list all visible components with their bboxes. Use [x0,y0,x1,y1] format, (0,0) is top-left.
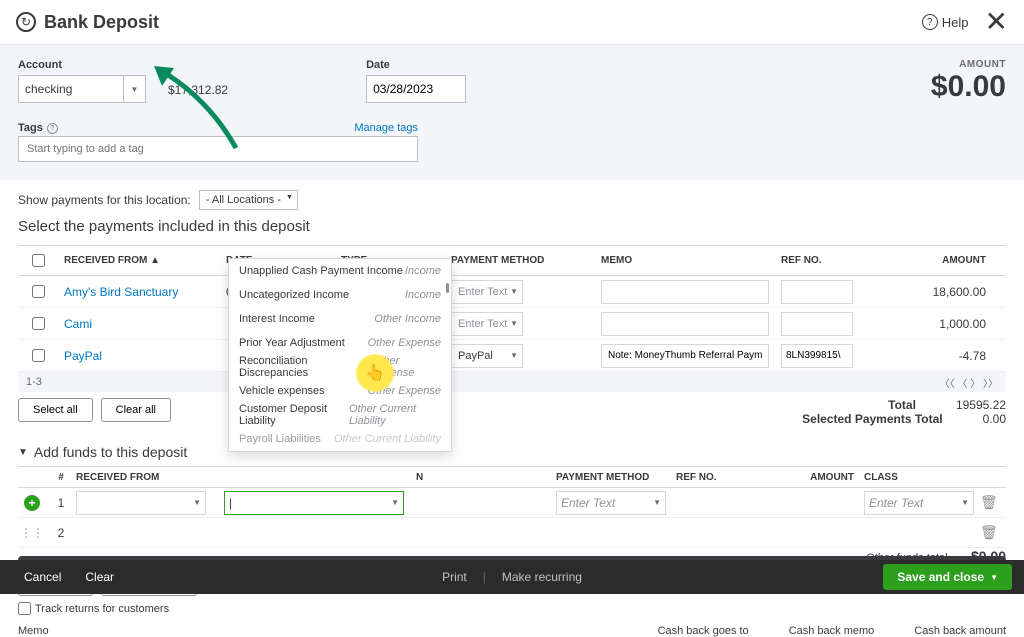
funds-row: + 1 ▼ |▼ Enter Text▼ Enter Text▼ 🗑 [18,488,1006,518]
amount-value: $0.00 [931,70,1006,104]
payment-method-select[interactable]: Enter Text▼ [556,491,666,515]
payment-method-select[interactable]: Enter Text▼ [451,312,523,336]
tags-label: Tags ? [18,122,58,134]
row-checkbox[interactable] [32,349,45,362]
table-row: PayPal PayPal▼ -4.78 [18,340,1006,372]
row-checkbox[interactable] [32,285,45,298]
track-returns-label: Track returns for customers [35,603,169,615]
payments-table: RECEIVED FROM ▲ DATE TYPE PAYMENT METHOD… [18,245,1006,392]
customer-link[interactable]: Amy's Bird Sanctuary [64,285,178,299]
memo-input[interactable] [601,280,769,304]
dropdown-item[interactable]: Payroll LiabilitiesOther Current Liabili… [229,427,451,451]
dropdown-item[interactable]: Reconciliation DiscrepanciesOther Expens… [229,355,451,379]
cashback-to-label: Cash back goes to [658,625,749,637]
payment-method-select[interactable]: PayPal▼ [451,344,523,368]
close-icon[interactable]: ✕ [985,8,1008,36]
location-select[interactable]: - All Locations - ▼ [199,190,298,210]
print-button[interactable]: Print [436,570,473,584]
dropdown-item[interactable]: Interest IncomeOther Income [229,307,451,331]
customer-link[interactable]: Cami [64,317,92,331]
dropdown-item[interactable]: Uncategorized IncomeIncome [229,283,451,307]
clear-all-button[interactable]: Clear all [101,398,171,422]
clear-button[interactable]: Clear [73,570,126,584]
customer-link[interactable]: PayPal [64,349,102,363]
dropdown-item[interactable]: Unapplied Cash Payment IncomeIncome [229,259,451,283]
footer-bar: Cancel Clear Print | Make recurring Save… [0,560,1024,594]
memo-label: Memo [18,625,378,637]
memo-input[interactable] [601,312,769,336]
date-label: Date [366,59,466,71]
recycle-icon: ↻ [16,12,36,32]
help-button[interactable]: ? Help [922,14,969,30]
add-line-icon[interactable]: + [24,495,40,511]
page-title: Bank Deposit [44,12,159,33]
account-dropdown-popup: Unapplied Cash Payment IncomeIncome Unca… [228,258,452,452]
account-select-active[interactable]: |▼ [224,491,404,515]
col-memo: MEMO [601,255,781,266]
cancel-button[interactable]: Cancel [12,570,73,584]
pager-arrows[interactable]: 〈〈 〈 〉 〉〉 [940,375,998,390]
account-balance: $17,312.82 [168,83,228,97]
select-all-button[interactable]: Select all [18,398,93,422]
cashback-memo-label: Cash back memo [789,625,875,637]
dropdown-item[interactable]: Prior Year AdjustmentOther Expense [229,331,451,355]
col-ref: REF NO. [781,255,881,266]
payment-method-select[interactable]: Enter Text▼ [451,280,523,304]
ref-input[interactable] [781,312,853,336]
account-select[interactable]: checking ▼ [18,75,146,103]
col-payment: PAYMENT METHOD [451,255,601,266]
table-row: Amy's Bird Sanctuary 03/24/2023 Payment … [18,276,1006,308]
add-funds-heading[interactable]: ▼ Add funds to this deposit [18,444,1006,460]
amount-label: AMOUNT [931,59,1006,70]
info-icon[interactable]: ? [47,123,58,134]
class-select[interactable]: Enter Text▼ [864,491,974,515]
col-received[interactable]: RECEIVED FROM ▲ [58,255,226,266]
trash-icon[interactable]: 🗑 [980,494,998,510]
collapse-icon: ▼ [18,447,28,458]
funds-row: ⋮⋮ 2 🗑 [18,518,1006,548]
row-checkbox[interactable] [32,317,45,330]
account-label: Account [18,59,146,71]
location-label: Show payments for this location: [18,193,191,207]
col-amount: AMOUNT [881,255,1006,266]
tags-input[interactable] [18,136,418,162]
payments-heading: Select the payments included in this dep… [18,218,1006,235]
select-all-checkbox[interactable] [32,254,45,267]
memo-input[interactable] [601,344,769,368]
chevron-down-icon: ▼ [123,76,145,102]
dropdown-item[interactable]: Customer Deposit LiabilityOther Current … [229,403,451,427]
table-row: Cami Enter Text▼ 1,000.00 [18,308,1006,340]
track-returns-checkbox[interactable] [18,602,31,615]
dropdown-item[interactable]: Vehicle expensesOther Expense [229,379,451,403]
manage-tags-link[interactable]: Manage tags [354,122,418,134]
ref-input[interactable] [781,344,853,368]
received-from-select[interactable]: ▼ [76,491,206,515]
help-icon: ? [922,14,938,30]
date-input[interactable] [366,75,466,103]
cashback-amount-label: Cash back amount [914,625,1006,637]
save-and-close-button[interactable]: Save and close▼ [883,564,1012,590]
trash-icon[interactable]: 🗑 [980,524,998,540]
make-recurring-button[interactable]: Make recurring [496,570,588,584]
ref-input[interactable] [781,280,853,304]
pager-range: 1-3 [26,376,42,388]
